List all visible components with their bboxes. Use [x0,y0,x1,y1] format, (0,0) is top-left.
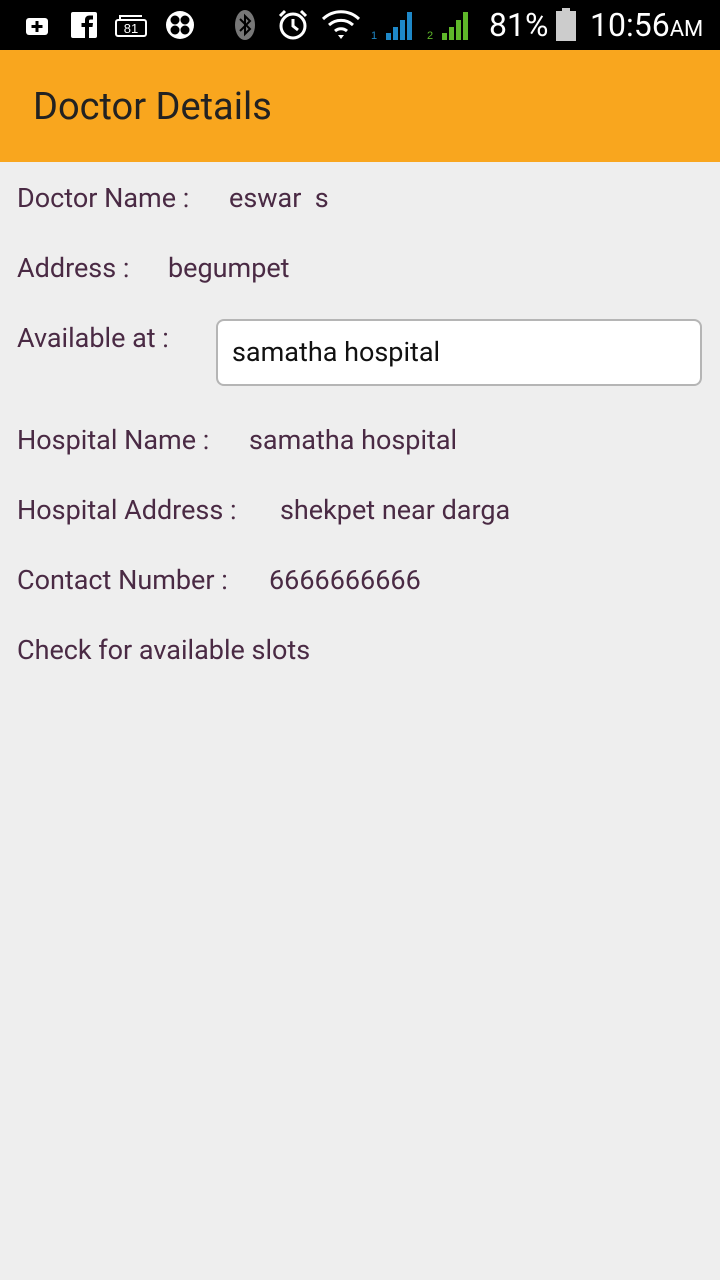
notification-81-icon: 81 [114,8,150,42]
alarm-icon [276,8,310,42]
battery-icon [554,8,578,42]
hospital-name-label: Hospital Name : [17,424,210,456]
doctor-name-value: eswar s [229,182,329,214]
clock-time: 10:56AM [590,6,704,44]
fan-icon [164,8,196,42]
hospital-name-value: samatha hospital [249,424,458,456]
battery-percent: 81% [489,6,549,44]
check-slots-link[interactable]: Check for available slots [17,633,310,667]
clock-ampm: AM [669,17,704,42]
hospital-address-label: Hospital Address : [17,494,237,526]
action-bar: Doctor Details [0,50,720,162]
status-bar: 81 1 2 81% 10:56AM [0,0,720,50]
signal-sim2-icon: 2 [426,8,476,42]
svg-text:81: 81 [124,21,138,36]
bluetooth-icon [232,8,258,42]
svg-text:2: 2 [427,30,433,41]
signal-sim1-icon: 1 [370,8,420,42]
page-title: Doctor Details [33,85,272,129]
address-label: Address : [17,252,130,284]
contact-number-label: Contact Number : [17,564,228,596]
svg-text:1: 1 [371,30,377,41]
wifi-icon [320,8,362,42]
contact-number-value[interactable]: 6666666666 [269,563,421,597]
address-value: begumpet [168,252,290,284]
hospital-address-value: shekpet near darga [280,494,511,526]
available-at-dropdown[interactable]: samatha hospital [216,319,702,386]
plus-box-icon [24,8,50,42]
available-at-label: Available at : [17,322,169,354]
doctor-name-label: Doctor Name : [17,182,190,214]
facebook-icon [70,8,98,42]
